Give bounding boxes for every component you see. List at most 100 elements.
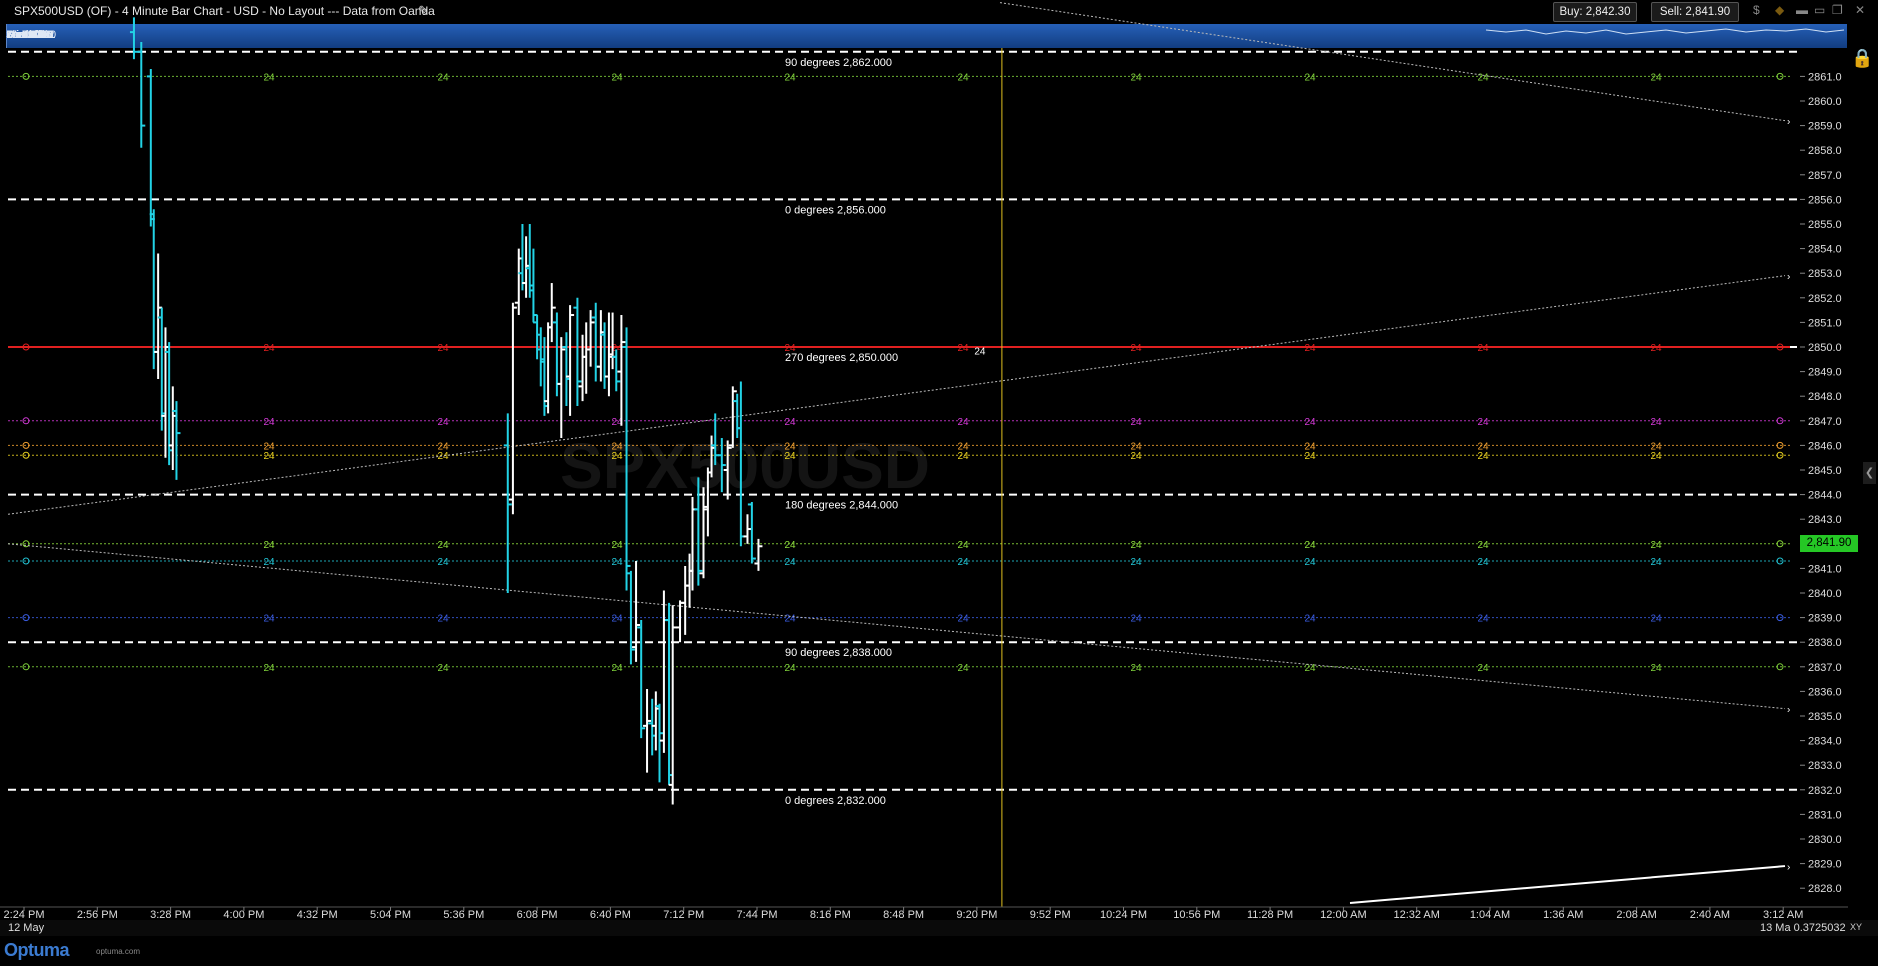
y-axis-tick-label: 2838.0 — [1808, 637, 1842, 649]
degree-level-label: 90 degrees 2,862.000 — [785, 57, 892, 69]
panel-collapse-handle[interactable]: ❮ — [1863, 462, 1876, 484]
optuma-url[interactable]: optuma.com — [96, 947, 140, 956]
level-marker-label: 24 — [1477, 451, 1489, 462]
y-axis-tick-label: 2846.0 — [1808, 440, 1842, 452]
trend-end-marker: › — [1787, 117, 1790, 128]
level-marker-label: 24 — [1130, 343, 1142, 354]
level-marker-label: 24 — [957, 557, 969, 568]
y-axis-tick-label: 2839.0 — [1808, 613, 1842, 625]
y-axis-tick-label: 2833.0 — [1808, 760, 1842, 772]
level-marker-label: 24 — [1650, 343, 1662, 354]
x-axis-tick-label: 5:04 PM — [370, 909, 411, 920]
y-axis-tick-label: 2830.0 — [1808, 834, 1842, 846]
x-axis-tick-label: 4:00 PM — [223, 909, 264, 920]
y-axis-tick-label: 2837.0 — [1808, 662, 1842, 674]
x-axis-tick-label: 3:12 AM — [1763, 909, 1803, 920]
level-marker-label: 24 — [1650, 540, 1662, 551]
level-marker-label: 24 — [957, 451, 969, 462]
level-marker-label: 24 — [784, 663, 796, 674]
status-date-left: 12 May — [8, 922, 45, 934]
x-axis-tick-label: 2:24 PM — [4, 909, 45, 920]
x-axis-tick-label: 6:40 PM — [590, 909, 631, 920]
level-marker-label: 24 — [611, 663, 623, 674]
level-marker-label: 24 — [1130, 451, 1142, 462]
level-marker-label: 24 — [611, 72, 623, 83]
x-axis-tick-label: 2:56 PM — [77, 909, 118, 920]
level-marker-label: 24 — [1477, 614, 1489, 625]
level-marker-label: 24 — [263, 540, 275, 551]
status-cursor-readout: 13 Ma 0.3725032 — [1760, 922, 1846, 934]
level-marker-label: 24 — [1130, 417, 1142, 428]
level-marker-label: 24 — [1304, 451, 1316, 462]
level-marker-label: 24 — [1130, 557, 1142, 568]
level-marker-label: 24 — [784, 451, 796, 462]
level-marker-label: 24 — [437, 557, 449, 568]
y-axis-tick-label: 2831.0 — [1808, 809, 1842, 821]
y-axis-tick-label: 2828.0 — [1808, 883, 1842, 895]
degree-level-label: 90 degrees 2,838.000 — [785, 647, 892, 659]
level-marker-label: 24 — [1130, 72, 1142, 83]
y-axis-tick-label: 2850.0 — [1808, 342, 1842, 354]
x-axis-tick-label: 9:20 PM — [956, 909, 997, 920]
degree-level-label: 0 degrees 2,856.000 — [785, 204, 886, 216]
x-axis-tick-label: 5:36 PM — [443, 909, 484, 920]
level-marker-label: 24 — [437, 540, 449, 551]
x-axis-tick-label: 7:12 PM — [663, 909, 704, 920]
level-marker-label: 24 — [957, 540, 969, 551]
level-marker-label: 24 — [263, 417, 275, 428]
level-marker-label: 24 — [611, 557, 623, 568]
y-axis-tick-label: 2856.0 — [1808, 194, 1842, 206]
level-marker-label: 24 — [1477, 540, 1489, 551]
degree-level-label: 180 degrees 2,844.000 — [785, 500, 898, 512]
x-axis-tick-label: 2:08 AM — [1616, 909, 1656, 920]
level-marker-label: 24 — [611, 614, 623, 625]
x-axis-tick-label: 7:44 PM — [737, 909, 778, 920]
x-axis-tick-label: 11:28 PM — [1247, 909, 1293, 920]
y-axis-tick-label: 2845.0 — [1808, 465, 1842, 477]
price-chart[interactable]: SPX500USD 24 24 24 24 24 24 24 24 2424 24 24 24 24 24… — [0, 0, 1878, 920]
level-marker-label: 24 — [1477, 417, 1489, 428]
y-axis-tick-label: 2843.0 — [1808, 514, 1842, 526]
level-marker-label: 24 — [957, 343, 969, 354]
x-axis-tick-label: 8:48 PM — [883, 909, 924, 920]
status-bar: 12 May 13 Ma 0.3725032 XY — [0, 920, 1878, 936]
y-axis-tick-label: 2858.0 — [1808, 145, 1842, 157]
status-xy-badge[interactable]: XY — [1850, 922, 1862, 932]
level-marker-label: 24 — [263, 614, 275, 625]
level-marker-label: 24 — [1650, 663, 1662, 674]
level-marker-label: 24 — [263, 343, 275, 354]
x-axis-tick-label: 12:32 AM — [1393, 909, 1439, 920]
y-axis-tick-label: 2848.0 — [1808, 391, 1842, 403]
level-marker-label: 24 — [784, 557, 796, 568]
y-axis-tick-label: 2855.0 — [1808, 219, 1842, 231]
y-axis-tick-label: 2834.0 — [1808, 736, 1842, 748]
x-axis-tick-label: 9:52 PM — [1030, 909, 1071, 920]
x-axis-tick-label: 3:28 PM — [150, 909, 191, 920]
level-marker-label: 24 — [957, 417, 969, 428]
level-marker-label: 24 — [611, 451, 623, 462]
level-marker-label: 24 — [784, 540, 796, 551]
level-marker-label: 24 — [1477, 557, 1489, 568]
current-price-badge: 2,841.90 — [1800, 535, 1858, 552]
level-marker-label: 24 — [784, 72, 796, 83]
level-marker-label: 24 — [263, 557, 275, 568]
trend-end-marker: › — [1787, 705, 1790, 716]
y-axis-tick-label: 2857.0 — [1808, 170, 1842, 182]
y-axis-tick-label: 2849.0 — [1808, 367, 1842, 379]
trend-end-marker: › — [1787, 272, 1790, 283]
level-marker-label: 24 — [1650, 72, 1662, 83]
x-axis-tick-label: 1:04 AM — [1470, 909, 1510, 920]
lock-icon[interactable]: 🔒 — [1847, 48, 1878, 78]
level-marker-label: 24 — [263, 72, 275, 83]
x-axis-tick-label: 4:32 PM — [297, 909, 338, 920]
y-axis-tick-label: 2847.0 — [1808, 416, 1842, 428]
level-marker-label: 24 — [263, 451, 275, 462]
degree-level-label: 270 degrees 2,850.000 — [785, 352, 898, 364]
trend-end-marker: › — [1787, 862, 1790, 873]
y-axis-tick-label: 2852.0 — [1808, 293, 1842, 305]
y-axis-tick-label: 2841.0 — [1808, 563, 1842, 575]
level-marker-label: 24 — [784, 614, 796, 625]
level-marker-label: 24 — [1650, 557, 1662, 568]
y-axis-tick-label: 2832.0 — [1808, 785, 1842, 797]
x-axis-tick-label: 12:00 AM — [1320, 909, 1366, 920]
